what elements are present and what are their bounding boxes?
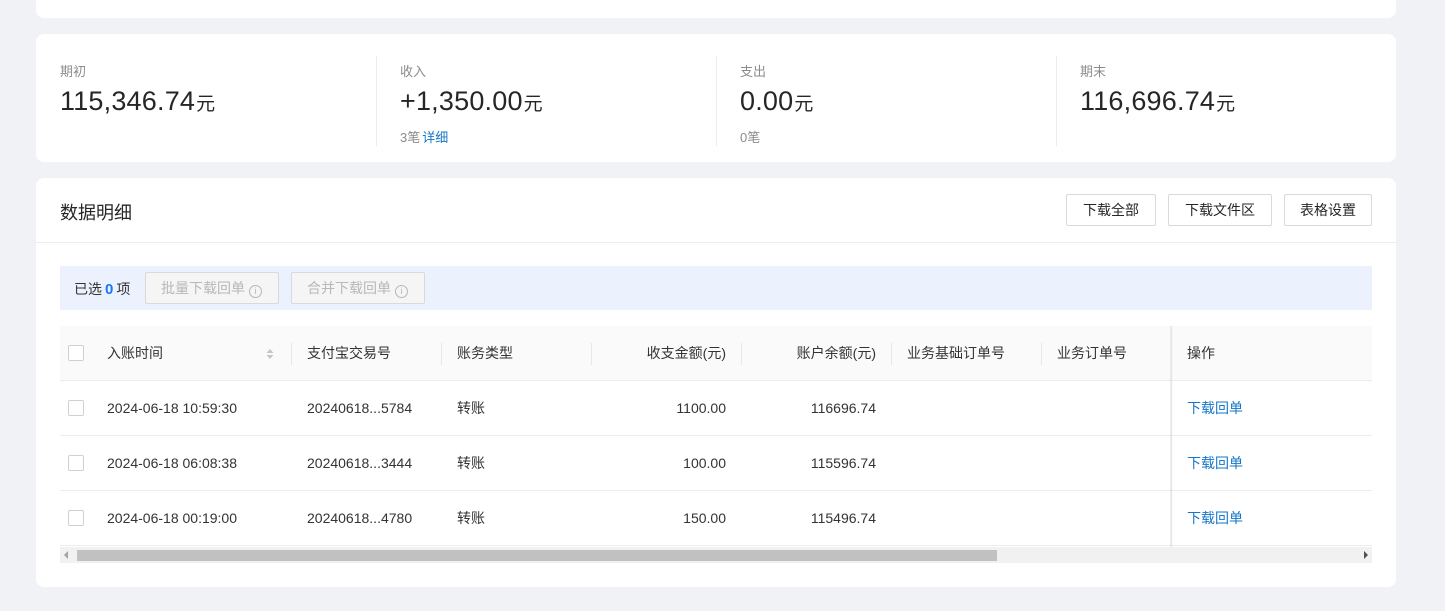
detail-card: 数据明细 下载全部 下载文件区 表格设置 已选 0 项 批量下载回单 i 合并下载回单… [36, 178, 1396, 587]
cell-trade-no: 20240618...3444 [307, 455, 413, 471]
column-separator [891, 343, 892, 365]
cell-op: 下载回单 [1187, 436, 1243, 490]
column-separator [1041, 343, 1042, 365]
row-checkbox[interactable] [68, 510, 84, 526]
cell-trade-no: 20240618...5784 [307, 400, 413, 416]
stat-value: 115,346.74元 [60, 86, 215, 117]
merge-download-label: 合并下载回单 [307, 280, 391, 296]
cell-time: 2024-06-18 10:59:30 [107, 400, 237, 416]
arrow-left-icon[interactable] [64, 551, 68, 559]
selection-prefix: 已选 [74, 281, 102, 297]
info-icon: i [395, 285, 408, 298]
header-trade-no: 支付宝交易号 [307, 345, 391, 361]
cell-time: 2024-06-18 06:08:38 [107, 455, 237, 471]
table-header-row: 入账时间 支付宝交易号 账务类型 收支金额(元) 账户余额(元) 业务基础订单号… [60, 326, 1372, 381]
stat-unit: 元 [196, 94, 216, 115]
stat-closing: 期末 116,696.74元 [1056, 34, 1396, 162]
merge-download-button[interactable]: 合并下载回单 i [291, 272, 425, 304]
table-row: 2024-06-18 00:19:00 20240618...4780 转账 1… [60, 491, 1372, 546]
download-receipt-link[interactable]: 下载回单 [1187, 400, 1243, 416]
detail-header: 数据明细 下载全部 下载文件区 表格设置 [36, 178, 1396, 243]
header-time[interactable]: 入账时间 [107, 326, 163, 380]
header-order: 业务订单号 [1057, 345, 1127, 361]
row-checkbox[interactable] [68, 400, 84, 416]
income-detail-link[interactable]: 详细 [422, 130, 448, 145]
cell-balance: 115596.74 [810, 455, 876, 471]
sort-icon[interactable] [265, 346, 275, 362]
stat-sub: 0笔 [740, 127, 760, 146]
selection-count-text: 已选 0 项 [74, 279, 130, 299]
stat-label: 期末 [1080, 64, 1107, 79]
download-all-button[interactable]: 下载全部 [1066, 194, 1156, 226]
cell-time: 2024-06-18 00:19:00 [107, 510, 237, 526]
detail-title: 数据明细 [60, 203, 132, 223]
transactions-table: 入账时间 支付宝交易号 账务类型 收支金额(元) 账户余额(元) 业务基础订单号… [60, 326, 1372, 547]
cell-amount: 150.00 [683, 510, 726, 526]
download-receipt-link[interactable]: 下载回单 [1187, 510, 1243, 526]
stat-sub: 3笔 详细 [400, 127, 448, 146]
income-count: 3笔 [400, 130, 421, 145]
horizontal-scrollbar[interactable] [60, 547, 1372, 563]
table-row: 2024-06-18 06:08:38 20240618...3444 转账 1… [60, 436, 1372, 491]
info-icon: i [249, 285, 262, 298]
scrollbar-thumb[interactable] [77, 550, 997, 561]
top-card [36, 0, 1396, 18]
stat-label: 支出 [740, 64, 767, 79]
table-row: 2024-06-18 10:59:30 20240618...5784 转账 1… [60, 381, 1372, 436]
header-amount: 收支金额(元) [646, 345, 726, 361]
header-type: 账务类型 [457, 345, 513, 361]
selection-count: 0 [105, 281, 114, 298]
stat-number: +1,350.00 [400, 86, 523, 116]
stat-number: 115,346.74 [60, 86, 196, 116]
stat-value: +1,350.00元 [400, 86, 543, 117]
cell-balance: 116696.74 [810, 400, 876, 416]
cell-trade-no: 20240618...4780 [307, 510, 413, 526]
expense-count: 0笔 [740, 130, 761, 145]
stat-number: 0.00 [740, 86, 794, 116]
selection-bar: 已选 0 项 批量下载回单 i 合并下载回单 i [60, 266, 1372, 310]
select-all-checkbox[interactable] [68, 345, 84, 361]
stat-unit: 元 [1216, 94, 1236, 115]
cell-amount: 100.00 [683, 455, 726, 471]
summary-card: 期初 115,346.74元 收入 +1,350.00元 3笔 详细 支出 0.0… [36, 34, 1396, 162]
batch-download-label: 批量下载回单 [161, 280, 245, 296]
batch-download-button[interactable]: 批量下载回单 i [145, 272, 279, 304]
selection-suffix: 项 [116, 281, 131, 297]
stat-unit: 元 [523, 94, 543, 115]
column-separator [291, 343, 292, 365]
cell-type: 转账 [457, 400, 485, 416]
stat-expense: 支出 0.00元 0笔 [716, 34, 1056, 162]
stat-value: 0.00元 [740, 86, 813, 117]
column-separator [441, 343, 442, 365]
stat-income: 收入 +1,350.00元 3笔 详细 [376, 34, 716, 162]
cell-type: 转账 [457, 510, 485, 526]
cell-balance: 115496.74 [810, 510, 876, 526]
row-checkbox[interactable] [68, 455, 84, 471]
fixed-column-border [1171, 326, 1172, 547]
stat-value: 116,696.74元 [1080, 86, 1235, 117]
download-receipt-link[interactable]: 下载回单 [1187, 455, 1243, 471]
stat-number: 116,696.74 [1080, 86, 1216, 116]
stat-label: 收入 [400, 64, 427, 79]
stat-opening: 期初 115,346.74元 [36, 34, 376, 162]
stat-unit: 元 [794, 94, 814, 115]
cell-op: 下载回单 [1187, 381, 1243, 435]
download-area-button[interactable]: 下载文件区 [1168, 194, 1272, 226]
table-settings-button[interactable]: 表格设置 [1284, 194, 1372, 226]
header-balance: 账户余额(元) [796, 345, 876, 361]
header-base-order: 业务基础订单号 [907, 345, 1005, 361]
cell-amount: 1100.00 [676, 400, 726, 416]
header-op: 操作 [1187, 345, 1215, 361]
stat-label: 期初 [60, 64, 87, 79]
arrow-right-icon[interactable] [1364, 551, 1368, 559]
cell-type: 转账 [457, 455, 485, 471]
cell-op: 下载回单 [1187, 491, 1243, 545]
